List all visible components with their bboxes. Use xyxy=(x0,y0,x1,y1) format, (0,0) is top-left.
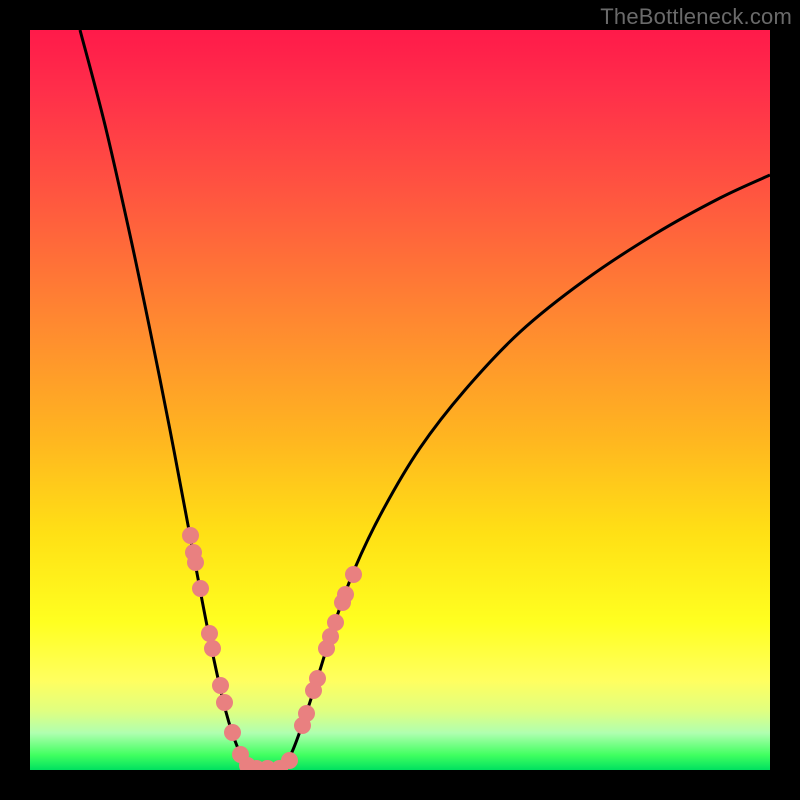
data-point-icon xyxy=(204,640,221,657)
data-point-icon xyxy=(187,554,204,571)
data-point-icon xyxy=(216,694,233,711)
data-point-icon xyxy=(192,580,209,597)
data-point-icon xyxy=(212,677,229,694)
watermark-text: TheBottleneck.com xyxy=(600,4,792,30)
data-point-icon xyxy=(337,586,354,603)
data-point-icon xyxy=(201,625,218,642)
data-point-icon xyxy=(345,566,362,583)
data-point-icon xyxy=(182,527,199,544)
series-left-branch xyxy=(80,30,255,768)
plot-area xyxy=(30,30,770,770)
data-point-icon xyxy=(298,705,315,722)
data-point-icon xyxy=(281,752,298,769)
data-point-icon xyxy=(327,614,344,631)
curve-layer xyxy=(30,30,770,770)
data-point-icon xyxy=(309,670,326,687)
chart-frame: TheBottleneck.com xyxy=(0,0,800,800)
series-right-branch xyxy=(280,175,770,768)
data-point-icon xyxy=(224,724,241,741)
